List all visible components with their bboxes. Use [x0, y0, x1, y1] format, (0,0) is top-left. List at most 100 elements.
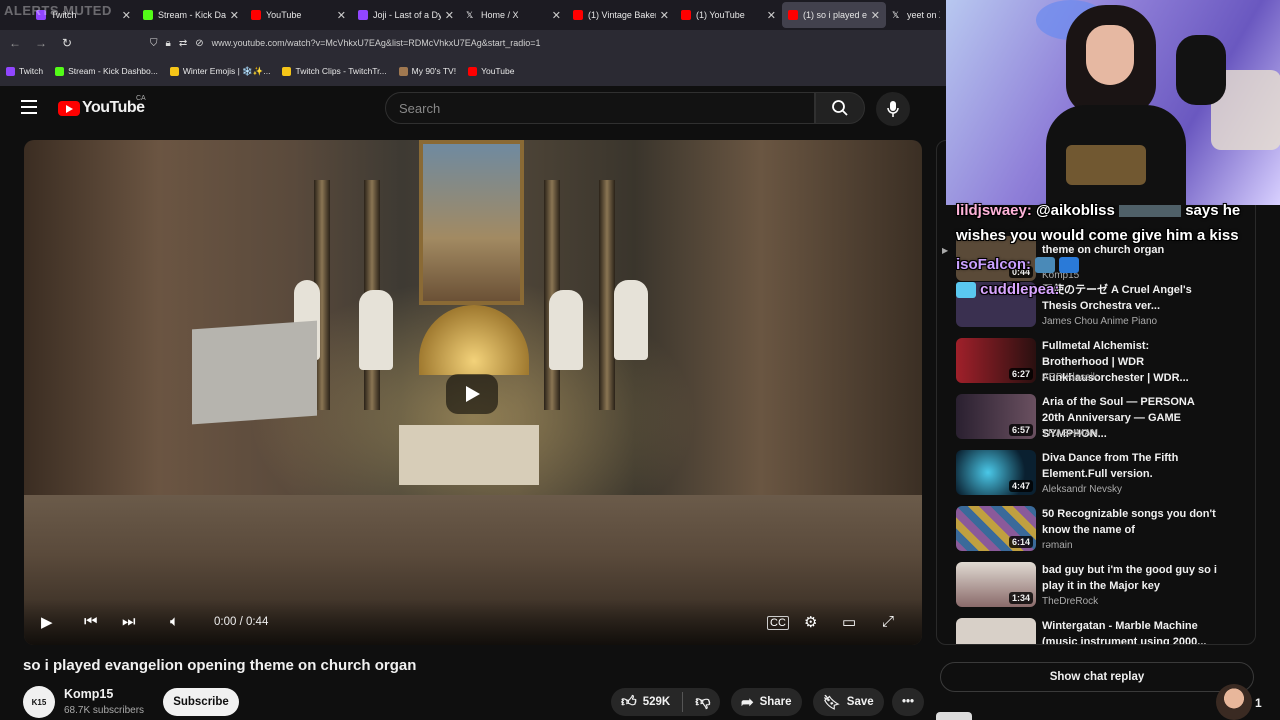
tab-home-x[interactable]: 𝕏 Home / X ✕ — [460, 2, 567, 28]
bookmark-label: Stream - Kick Dashbo... — [68, 66, 158, 76]
chat-emote-icon — [1035, 257, 1056, 274]
bookmark-twitch[interactable]: Twitch — [6, 66, 43, 76]
play-icon[interactable]: ▶ — [41, 613, 53, 631]
tab-close-icon[interactable]: ✕ — [122, 9, 131, 22]
theater-mode-icon[interactable]: ▭ — [842, 613, 856, 631]
youtube-favicon-icon — [468, 66, 478, 76]
now-playing-icon: ▶ — [942, 246, 949, 255]
menu-icon[interactable] — [21, 100, 37, 114]
save-button[interactable]: 🔖︎ Save — [813, 688, 884, 716]
save-label: Save — [846, 696, 874, 708]
rec-item[interactable]: 6:57 Aria of the Soul — PERSONA 20th Ann… — [956, 394, 1256, 444]
bookmark-youtube[interactable]: YouTube — [468, 66, 514, 76]
bookmark-twitch-clips[interactable]: Twitch Clips - TwitchTr... — [282, 66, 387, 76]
tab-label: (1) YouTube — [696, 10, 745, 20]
rec-item[interactable]: 6:27 Fullmetal Alchemist: Brotherhood | … — [956, 338, 1256, 388]
gaming-headset — [1176, 35, 1226, 105]
more-actions-button[interactable]: ••• — [892, 688, 924, 716]
forward-icon[interactable]: → — [30, 36, 52, 50]
share-label: Share — [759, 696, 792, 708]
fullscreen-icon[interactable]: ⤢ — [882, 613, 894, 630]
tab-label: (1) so i played evan — [803, 10, 867, 20]
thumbs-up-icon: 👍︎ — [621, 693, 637, 710]
tab-youtube[interactable]: YouTube ✕ — [245, 2, 352, 28]
rec-item[interactable]: Wintergatan - Marble Machine (music inst… — [956, 618, 1256, 644]
tab-close-icon[interactable]: ✕ — [871, 9, 880, 22]
channel-name[interactable]: Komp15 — [64, 687, 113, 701]
chat-text: cuddlepea: — [980, 281, 1060, 298]
rec-thumbnail: 6:14 — [956, 506, 1036, 551]
reload-icon[interactable]: ↻ — [56, 36, 78, 50]
captions-icon[interactable]: CC — [767, 616, 789, 630]
volume-icon[interactable]: 🔈︎ — [170, 613, 179, 630]
x-favicon-icon: 𝕏 — [466, 10, 474, 20]
voice-search-button[interactable] — [876, 92, 910, 126]
rec-item[interactable]: 4:47 Diva Dance from The Fifth Element.F… — [956, 450, 1256, 500]
search-button[interactable] — [815, 92, 865, 124]
screen: Twitch ✕ Stream - Kick Dashb ✕ YouTube ✕… — [0, 0, 1280, 720]
bookmark-kick[interactable]: Stream - Kick Dashbo... — [55, 66, 158, 76]
rec-thumbnail: 1:34 — [956, 562, 1036, 607]
rec-channel: TheDreRock — [1042, 596, 1099, 607]
alerts-muted-overlay: ALERTS MUTED — [4, 3, 112, 18]
share-button[interactable]: ➦ Share — [731, 688, 802, 716]
like-button[interactable]: 👍︎ 529K — [621, 693, 670, 711]
tab-close-icon[interactable]: ✕ — [445, 9, 454, 22]
tab-close-icon[interactable]: ✕ — [552, 9, 561, 22]
rec-channel: ARD Klassik — [1042, 372, 1098, 383]
rec-item[interactable]: 1:34 bad guy but i'm the good guy so i p… — [956, 562, 1256, 612]
autoplay-blocked-icon[interactable]: ⊘ — [195, 38, 203, 49]
permissions-icon[interactable]: ⇄ — [179, 38, 187, 49]
video-player[interactable]: ▶ ⏮ ⏭ 🔈︎ 0:00 / 0:44 CC ⚙ ▭ ⤢ — [24, 140, 922, 645]
tab-yeet-x[interactable]: 𝕏 yeet on X — [886, 2, 946, 28]
tab-joji[interactable]: Joji - Last of a Dying ✕ — [352, 2, 460, 28]
tv-icon — [398, 66, 408, 76]
youtube-play-logo-icon — [58, 100, 80, 116]
rec-channel: TRASHMAN — [1042, 428, 1099, 439]
youtube-header: YouTube CA Search — [0, 86, 946, 130]
bookmark-label: Winter Emojis | ❄️✨... — [182, 65, 271, 76]
tab-close-icon[interactable]: ✕ — [230, 9, 239, 22]
bookmark-90s-tv[interactable]: My 90's TV! — [398, 66, 456, 76]
tab-label: (1) Vintage Bakery — [588, 10, 656, 20]
tab-label: yeet on X — [907, 10, 940, 20]
tab-youtube-2[interactable]: (1) YouTube ✕ — [675, 2, 782, 28]
youtube-favicon-icon — [681, 10, 691, 20]
bookmark-winter-emojis[interactable]: Winter Emojis | ❄️✨... — [169, 65, 271, 77]
rec-item[interactable]: 6:14 50 Recognizable songs you don't kno… — [956, 506, 1256, 556]
channel-avatar[interactable]: K15 — [23, 686, 55, 718]
dislike-button[interactable]: 👎︎ — [695, 693, 710, 711]
browser-tab-bar: Twitch ✕ Stream - Kick Dashb ✕ YouTube ✕… — [0, 0, 946, 30]
subscribe-button[interactable]: Subscribe — [163, 688, 239, 716]
tab-close-icon[interactable]: ✕ — [337, 9, 346, 22]
center-play-button[interactable] — [446, 374, 498, 414]
tab-vintage-bakery[interactable]: (1) Vintage Bakery ✕ — [567, 2, 675, 28]
chat-message: lildjswaey: @aikobliss says he wishes yo… — [956, 198, 1276, 248]
twitch-favicon-icon — [358, 10, 368, 20]
rec-title: 50 Recognizable songs you don't know the… — [1042, 508, 1216, 536]
tab-kick[interactable]: Stream - Kick Dashb ✕ — [137, 2, 245, 28]
bookmark-label: Twitch — [19, 66, 44, 76]
chat-emote-icon — [956, 282, 976, 299]
tab-close-icon[interactable]: ✕ — [660, 9, 669, 22]
chat-username: isoFalcon: — [956, 256, 1032, 273]
folder-icon — [169, 66, 179, 76]
chat-username: lildjswaey: — [956, 202, 1032, 219]
next-icon[interactable]: ⏭ — [122, 613, 136, 630]
rec-title: Diva Dance from The Fifth Element.Full v… — [1042, 452, 1179, 480]
chat-message: isoFalcon: cuddlepea: — [956, 252, 1276, 302]
tab-active-video[interactable]: (1) so i played evan ✕ — [782, 2, 886, 28]
settings-gear-icon[interactable]: ⚙ — [804, 613, 817, 631]
back-icon[interactable]: ← — [4, 36, 26, 50]
twitch-favicon-icon — [6, 66, 15, 76]
search-input[interactable]: Search — [385, 92, 815, 124]
address-bar[interactable]: ⛉ 🔒︎ ⇄ ⊘ www.youtube.com/watch?v=McVhkxU… — [150, 33, 930, 53]
filter-chip[interactable] — [936, 712, 972, 720]
tab-close-icon[interactable]: ✕ — [767, 9, 776, 22]
previous-icon[interactable]: ⏮ — [84, 613, 98, 630]
show-chat-replay-button[interactable]: Show chat replay — [940, 662, 1254, 692]
player-controls: ▶ ⏮ ⏭ 🔈︎ 0:00 / 0:44 CC ⚙ ▭ ⤢ — [24, 599, 922, 645]
search-placeholder: Search — [399, 100, 441, 116]
youtube-logo[interactable]: YouTube — [58, 99, 145, 117]
tab-label: Home / X — [481, 10, 519, 20]
